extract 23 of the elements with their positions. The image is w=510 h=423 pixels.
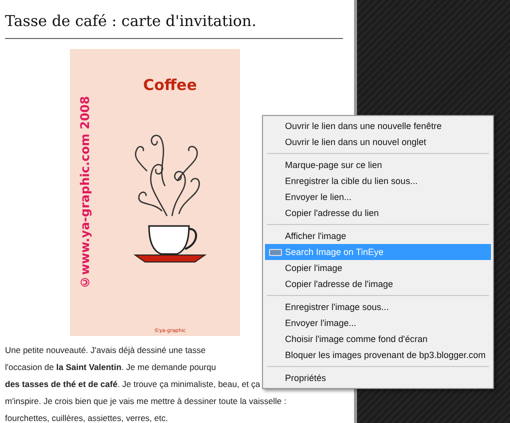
menu-item[interactable]: Ouvrir le lien dans une nouvelle fenêtre [265,118,491,134]
menu-item[interactable]: Envoyer le lien... [265,189,491,205]
extension-icon [268,248,282,256]
paragraph-line: m'inspire. Je crois bien que je vais me mettre à dessiner toute la vaisselle : [5,394,286,408]
menu-item[interactable]: Copier l'image [265,260,491,276]
menu-item[interactable]: Envoyer l'image... [265,315,491,331]
watermark-text: ©www.ya-graphic.com 2008 [77,96,93,288]
paragraph-line: Une petite nouveauté. J'avais déjà dessiné une tasse [5,344,206,357]
poster-heading: Coffee [143,74,197,96]
menu-item[interactable]: Marque-page sur ce lien [265,157,491,173]
menu-item[interactable]: Enregistrer l'image sous... [265,299,491,315]
paragraph-line: des tasses de thé et de café. Je trouve ça minimaliste, beau, et ça [5,378,260,391]
menu-item[interactable]: Copier l'adresse du lien [265,205,491,221]
menu-item[interactable]: Afficher l'image [265,228,491,244]
menu-item[interactable]: Choisir l'image comme fond d'écran [265,331,491,347]
menu-item[interactable]: Propriétés [265,370,491,386]
menu-item[interactable]: Bloquer les images provenant de bp3.blogger.com [265,347,491,363]
menu-item[interactable]: Copier l'adresse de l'image [265,276,491,292]
menu-item[interactable]: Enregistrer la cible du lien sous... [265,173,491,189]
paragraph-line: l'occasion de la Saint Valentin. Je me demande pourqu [5,360,216,374]
paragraph-line: fourchettes, cuillères, assiettes, verres, etc. [5,412,168,423]
menu-item[interactable]: Ouvrir le lien dans un nouvel onglet [265,134,491,150]
post-title: Tasse de café : carte d'invitation. [5,10,343,38]
